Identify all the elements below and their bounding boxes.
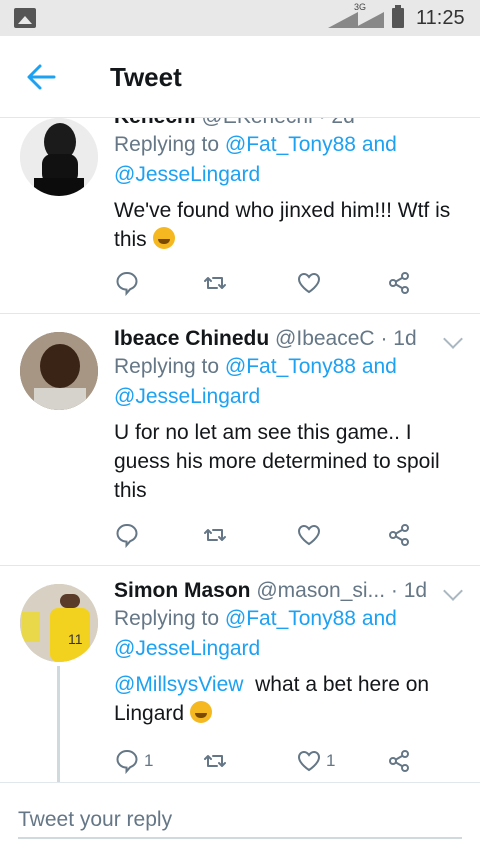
retweet-icon <box>204 277 226 289</box>
tweet-actions: 1 1 <box>114 746 414 776</box>
grinning-sweat-emoji-icon <box>189 701 212 723</box>
tweet-text: U for no let am see this game.. I guess … <box>114 421 440 502</box>
avatar[interactable] <box>20 118 98 196</box>
avatar[interactable]: 11 <box>20 584 98 662</box>
tweet-time: · 1d <box>390 579 428 602</box>
mention-link[interactable]: @MillsysView <box>114 673 243 696</box>
replying-to-label: Replying to <box>114 133 220 156</box>
battery-icon <box>392 5 404 28</box>
author-handle[interactable]: @IbeaceC <box>275 327 375 350</box>
share-button[interactable] <box>386 520 412 550</box>
like-button[interactable]: 1 <box>296 746 335 776</box>
reply-count: 1 <box>144 751 154 770</box>
reply-input[interactable]: Tweet your reply <box>18 801 462 839</box>
signal-icon-2 <box>354 10 388 28</box>
page-title: Tweet <box>110 62 182 92</box>
retweet-icon <box>204 755 226 767</box>
thread-line <box>57 666 60 782</box>
status-bar: 3G 11:25 <box>0 0 480 36</box>
heart-icon <box>297 524 321 546</box>
share-icon <box>389 750 409 772</box>
back-arrow-icon[interactable] <box>24 60 58 94</box>
reply-icon <box>116 749 138 774</box>
app-header: Tweet <box>0 36 480 118</box>
author-name[interactable]: Simon Mason <box>114 579 251 602</box>
share-icon <box>389 272 409 294</box>
replying-to: Replying to @Fat_Tony88 and @JesseLingar… <box>114 352 460 412</box>
mention-link[interactable]: @JesseLingard <box>114 385 260 408</box>
laughing-emoji-icon <box>152 227 175 249</box>
tweet-actions <box>114 268 414 298</box>
reply-icon <box>116 523 138 548</box>
reply-button[interactable] <box>114 268 144 298</box>
avatar[interactable] <box>20 332 98 410</box>
like-button[interactable] <box>296 268 326 298</box>
and-others-link[interactable]: and <box>362 607 397 630</box>
reply-composer: Tweet your reply <box>0 782 480 854</box>
heart-icon <box>297 750 321 772</box>
tweet-time: · 1d <box>380 327 417 350</box>
heart-icon <box>297 272 321 294</box>
share-button[interactable] <box>386 746 412 776</box>
tweet[interactable]: Ibeace Chinedu @IbeaceC · 1d Replying to… <box>0 314 480 566</box>
like-button[interactable] <box>296 520 326 550</box>
and-others-link[interactable]: and <box>362 133 397 156</box>
tweet[interactable]: 11 Simon Mason @mason_si... · 1d Replyin… <box>0 566 480 782</box>
share-button[interactable] <box>386 268 412 298</box>
mention-link[interactable]: @Fat_Tony88 <box>225 607 356 630</box>
replying-to: Replying to @Fat_Tony88 and @JesseLingar… <box>114 130 460 190</box>
author-handle[interactable]: @mason_si... <box>256 579 385 602</box>
reply-button[interactable]: 1 <box>114 746 153 776</box>
share-icon <box>389 524 409 546</box>
author-name[interactable]: Kenechi <box>114 118 196 128</box>
retweet-button[interactable] <box>202 268 228 298</box>
retweet-button[interactable] <box>202 520 228 550</box>
tweet-author-row: Kenechi @EKenechi · 2d <box>114 118 460 130</box>
replying-to-label: Replying to <box>114 607 220 630</box>
tweet-actions <box>114 520 414 550</box>
mention-link[interactable]: @Fat_Tony88 <box>225 355 356 378</box>
retweet-icon <box>204 529 226 541</box>
tweet-time: · 2d <box>319 118 355 128</box>
gallery-notification-icon <box>14 8 36 28</box>
author-name[interactable]: Ibeace Chinedu <box>114 327 269 350</box>
tweet-text: We've found who jinxed him!!! Wtf is thi… <box>114 196 460 254</box>
tweet[interactable]: Kenechi @EKenechi · 2d Replying to @Fat_… <box>0 118 480 314</box>
tweet-author-row: Ibeace Chinedu @IbeaceC · 1d <box>114 326 460 352</box>
replying-to: Replying to @Fat_Tony88 and @JesseLingar… <box>114 604 460 664</box>
clock: 11:25 <box>416 7 465 29</box>
reply-icon <box>116 271 138 296</box>
and-others-link[interactable]: and <box>362 355 397 378</box>
mention-link[interactable]: @JesseLingard <box>114 637 260 660</box>
replying-to-label: Replying to <box>114 355 220 378</box>
mention-link[interactable]: @Fat_Tony88 <box>225 133 356 156</box>
author-handle[interactable]: @EKenechi <box>202 118 313 128</box>
retweet-button[interactable] <box>202 746 228 776</box>
svg-text:11: 11 <box>68 631 83 647</box>
tweet-text: @MillsysView what a bet here on Lingard <box>114 670 460 728</box>
mention-link[interactable]: @JesseLingard <box>114 163 260 186</box>
like-count: 1 <box>326 751 336 770</box>
reply-button[interactable] <box>114 520 144 550</box>
tweet-author-row: Simon Mason @mason_si... · 1d <box>114 578 460 604</box>
